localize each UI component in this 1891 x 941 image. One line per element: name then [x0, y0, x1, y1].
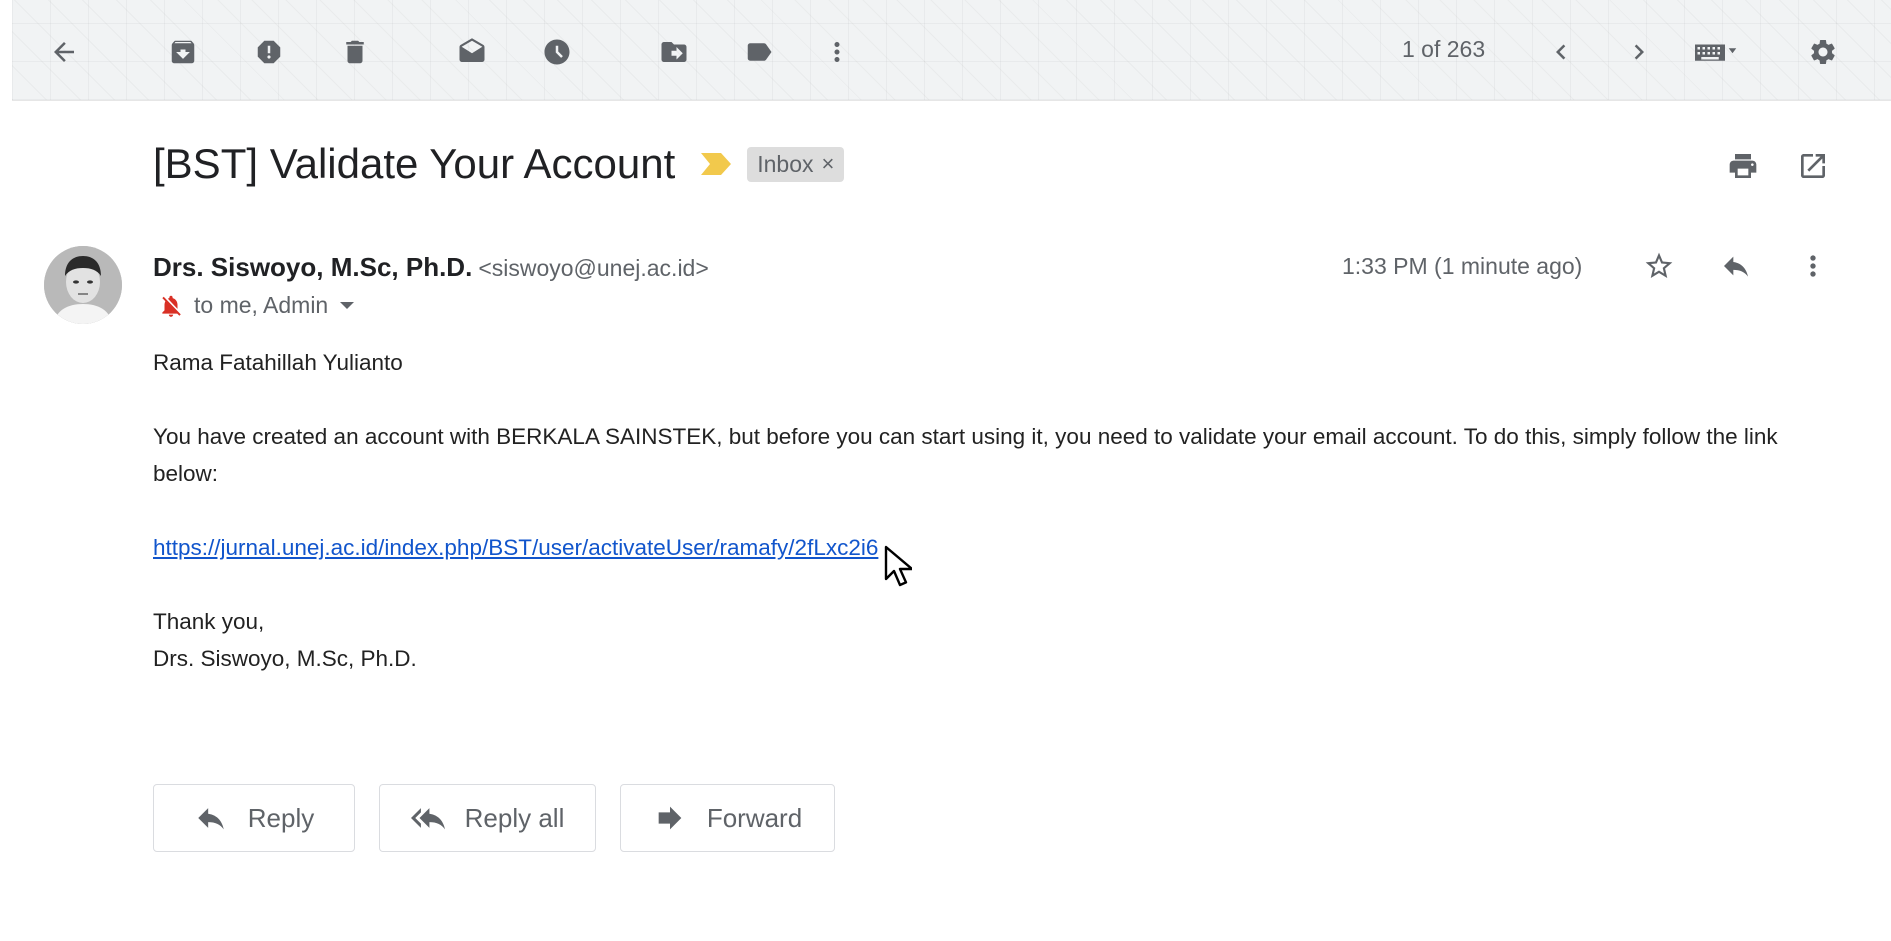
reply-icon — [1724, 256, 1748, 277]
open-in-new-icon — [1801, 154, 1825, 178]
delete-button[interactable] — [331, 28, 379, 76]
clock-icon — [544, 39, 570, 65]
print-icon — [1729, 154, 1757, 178]
sender-name[interactable]: Drs. Siswoyo, M.Sc, Ph.D. — [153, 252, 472, 282]
inbox-label-chip: Inbox × — [747, 146, 845, 182]
star-outline-icon — [1645, 252, 1673, 278]
more-vert-icon — [1810, 255, 1816, 277]
body-message: You have created an account with BERKALA… — [153, 424, 1778, 486]
more-options-button[interactable] — [813, 28, 861, 76]
back-button[interactable] — [40, 28, 88, 76]
show-details-caret-icon[interactable] — [340, 302, 355, 309]
forward-icon — [658, 806, 682, 830]
reply-all-label: Reply all — [464, 802, 565, 833]
labels-button[interactable] — [735, 28, 783, 76]
older-button[interactable] — [1615, 28, 1663, 76]
move-to-button[interactable] — [650, 28, 698, 76]
chevron-right-icon — [1634, 44, 1644, 60]
settings-button[interactable] — [1799, 28, 1847, 76]
subject-row: [BST] Validate Your Account Inbox × — [153, 138, 845, 190]
reply-icon — [198, 808, 224, 830]
muted-notification-icon — [162, 295, 181, 317]
pager-count: 1 of 263 — [1402, 36, 1486, 62]
body-signature: Drs. Siswoyo, M.Sc, Ph.D. — [153, 646, 417, 671]
arrow-left-icon — [54, 42, 74, 62]
reply-button[interactable]: Reply — [153, 784, 355, 852]
report-spam-button[interactable] — [245, 28, 293, 76]
message-more-button[interactable] — [1793, 246, 1833, 286]
forward-button[interactable]: Forward — [620, 784, 835, 852]
keyboard-icon — [1695, 44, 1737, 61]
archive-button[interactable] — [159, 28, 207, 76]
archive-icon — [171, 40, 195, 64]
report-icon — [257, 40, 281, 64]
chevron-left-icon — [1556, 44, 1566, 60]
recipients-line: to me, Admin — [158, 292, 355, 319]
toolbar: 1 of 263 — [12, 0, 1891, 101]
email-subject: [BST] Validate Your Account — [153, 140, 676, 187]
label-text: Inbox — [757, 150, 814, 177]
sender-line: Drs. Siswoyo, M.Sc, Ph.D. <siswoyo@unej.a… — [153, 252, 709, 283]
more-vert-icon — [834, 42, 840, 62]
email-body: Rama Fatahillah Yulianto You have create… — [153, 344, 1833, 677]
gear-icon — [1811, 40, 1835, 64]
mark-unread-button[interactable] — [448, 28, 496, 76]
move-to-icon — [661, 42, 687, 62]
label-icon — [747, 43, 772, 61]
body-greeting: Rama Fatahillah Yulianto — [153, 350, 403, 375]
open-new-window-button[interactable] — [1793, 146, 1833, 186]
forward-label: Forward — [706, 802, 803, 833]
newer-button[interactable] — [1537, 28, 1585, 76]
input-tools-button[interactable] — [1680, 28, 1750, 76]
reply-all-button[interactable]: Reply all — [379, 784, 596, 852]
print-button[interactable] — [1723, 146, 1763, 186]
reply-icon-button[interactable] — [1716, 246, 1756, 286]
importance-marker-icon[interactable] — [701, 153, 732, 175]
star-button[interactable] — [1639, 246, 1679, 286]
body-closing: Thank you, — [153, 609, 265, 634]
reply-all-icon — [410, 808, 445, 830]
remove-label-button[interactable]: × — [822, 151, 835, 177]
snooze-button[interactable] — [533, 28, 581, 76]
mark-unread-icon — [459, 38, 485, 62]
mouse-cursor-icon — [884, 545, 912, 587]
recipients-text: to me, Admin — [194, 292, 329, 318]
reply-label: Reply — [247, 802, 315, 833]
trash-icon — [346, 40, 364, 64]
sender-email: <siswoyo@unej.ac.id> — [478, 255, 709, 281]
activation-link[interactable]: https://jurnal.unej.ac.id/index.php/BST/… — [153, 535, 878, 560]
sender-avatar[interactable] — [44, 246, 122, 324]
email-timestamp: 1:33 PM (1 minute ago) — [1342, 253, 1583, 279]
